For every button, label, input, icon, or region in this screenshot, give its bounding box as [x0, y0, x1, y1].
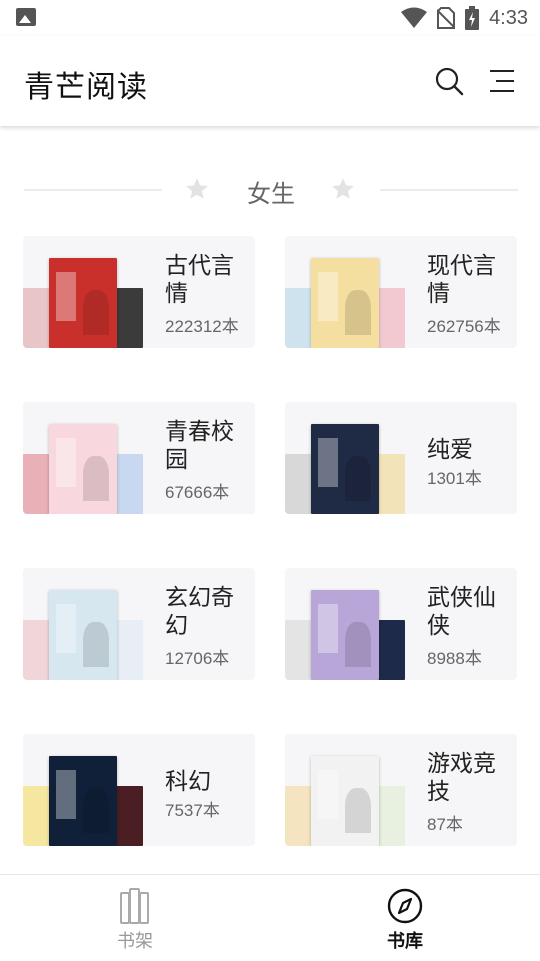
section-header: 女生	[24, 170, 518, 210]
book-cover-image	[311, 424, 379, 514]
book-cover-image	[49, 258, 117, 348]
book-cover-image	[285, 786, 311, 846]
category-name: 青春校园	[165, 419, 234, 473]
book-cover-image	[115, 454, 143, 514]
tab-label: 书库	[387, 931, 423, 952]
bookshelf-icon	[120, 888, 149, 924]
tab-bookshelf[interactable]: 书架	[0, 875, 270, 961]
book-cover-image	[377, 786, 405, 846]
wifi-icon	[401, 7, 428, 28]
book-cover-image	[311, 756, 379, 846]
star-icon	[186, 178, 208, 199]
divider	[24, 189, 162, 191]
book-count: 222312本	[165, 317, 239, 336]
book-cover-image	[285, 620, 311, 680]
app-title: 青芒阅读	[24, 70, 148, 105]
battery-charging-icon	[465, 6, 480, 30]
category-name: 古代言情	[165, 253, 234, 307]
category-card[interactable]: 玄幻奇幻 12706本	[23, 568, 255, 680]
book-cover-image	[23, 454, 49, 514]
category-name: 纯爱	[427, 437, 473, 463]
book-count: 7537本	[165, 801, 220, 820]
book-covers	[23, 734, 145, 846]
book-cover-image	[285, 288, 311, 348]
category-card[interactable]: 武侠仙侠 8988本	[285, 568, 517, 680]
book-count: 87本	[427, 815, 463, 834]
book-cover-image	[115, 620, 143, 680]
app-bar: 青芒阅读	[0, 36, 540, 126]
book-cover-image	[311, 590, 379, 680]
book-cover-image	[285, 454, 311, 514]
category-card[interactable]: 古代言情 222312本	[23, 236, 255, 348]
book-covers	[285, 734, 407, 846]
status-bar: 4:33	[0, 0, 540, 36]
book-covers	[23, 402, 145, 514]
menu-icon[interactable]	[488, 66, 518, 96]
star-icon	[332, 178, 354, 199]
no-sim-icon	[437, 7, 456, 29]
book-cover-image	[311, 258, 379, 348]
search-icon[interactable]	[434, 66, 464, 96]
section-title: 女生	[247, 180, 295, 208]
category-name: 武侠仙侠	[427, 585, 496, 639]
divider	[380, 189, 518, 191]
category-card[interactable]: 青春校园 67666本	[23, 402, 255, 514]
book-cover-image	[23, 620, 49, 680]
book-cover-image	[377, 288, 405, 348]
book-count: 12706本	[165, 649, 230, 668]
status-time: 4:33	[489, 6, 528, 29]
category-card[interactable]: 游戏竞技 87本	[285, 734, 517, 846]
compass-icon	[387, 888, 423, 924]
gallery-icon	[16, 8, 36, 26]
book-cover-image	[23, 288, 49, 348]
tab-library[interactable]: 书库	[270, 875, 540, 961]
book-cover-image	[49, 424, 117, 514]
book-cover-image	[377, 454, 405, 514]
book-covers	[23, 568, 145, 680]
book-cover-image	[115, 288, 143, 348]
book-cover-image	[23, 786, 49, 846]
book-count: 1301本	[427, 469, 482, 488]
book-cover-image	[49, 756, 117, 846]
book-covers	[285, 568, 407, 680]
category-card[interactable]: 纯爱 1301本	[285, 402, 517, 514]
book-covers	[23, 236, 145, 348]
category-name: 玄幻奇幻	[165, 585, 234, 639]
book-covers	[285, 236, 407, 348]
book-cover-image	[377, 620, 405, 680]
book-count: 8988本	[427, 649, 482, 668]
tab-label: 书架	[117, 931, 153, 952]
book-cover-image	[115, 786, 143, 846]
category-card[interactable]: 科幻 7537本	[23, 734, 255, 846]
category-name: 科幻	[165, 769, 211, 795]
category-card[interactable]: 现代言情 262756本	[285, 236, 517, 348]
status-icons: 4:33	[401, 4, 528, 32]
book-count: 67666本	[165, 483, 230, 502]
book-count: 262756本	[427, 317, 501, 336]
category-name: 现代言情	[427, 253, 496, 307]
book-cover-image	[49, 590, 117, 680]
bottom-nav: 书架 书库	[0, 874, 540, 960]
category-name: 游戏竞技	[427, 751, 496, 805]
book-covers	[285, 402, 407, 514]
